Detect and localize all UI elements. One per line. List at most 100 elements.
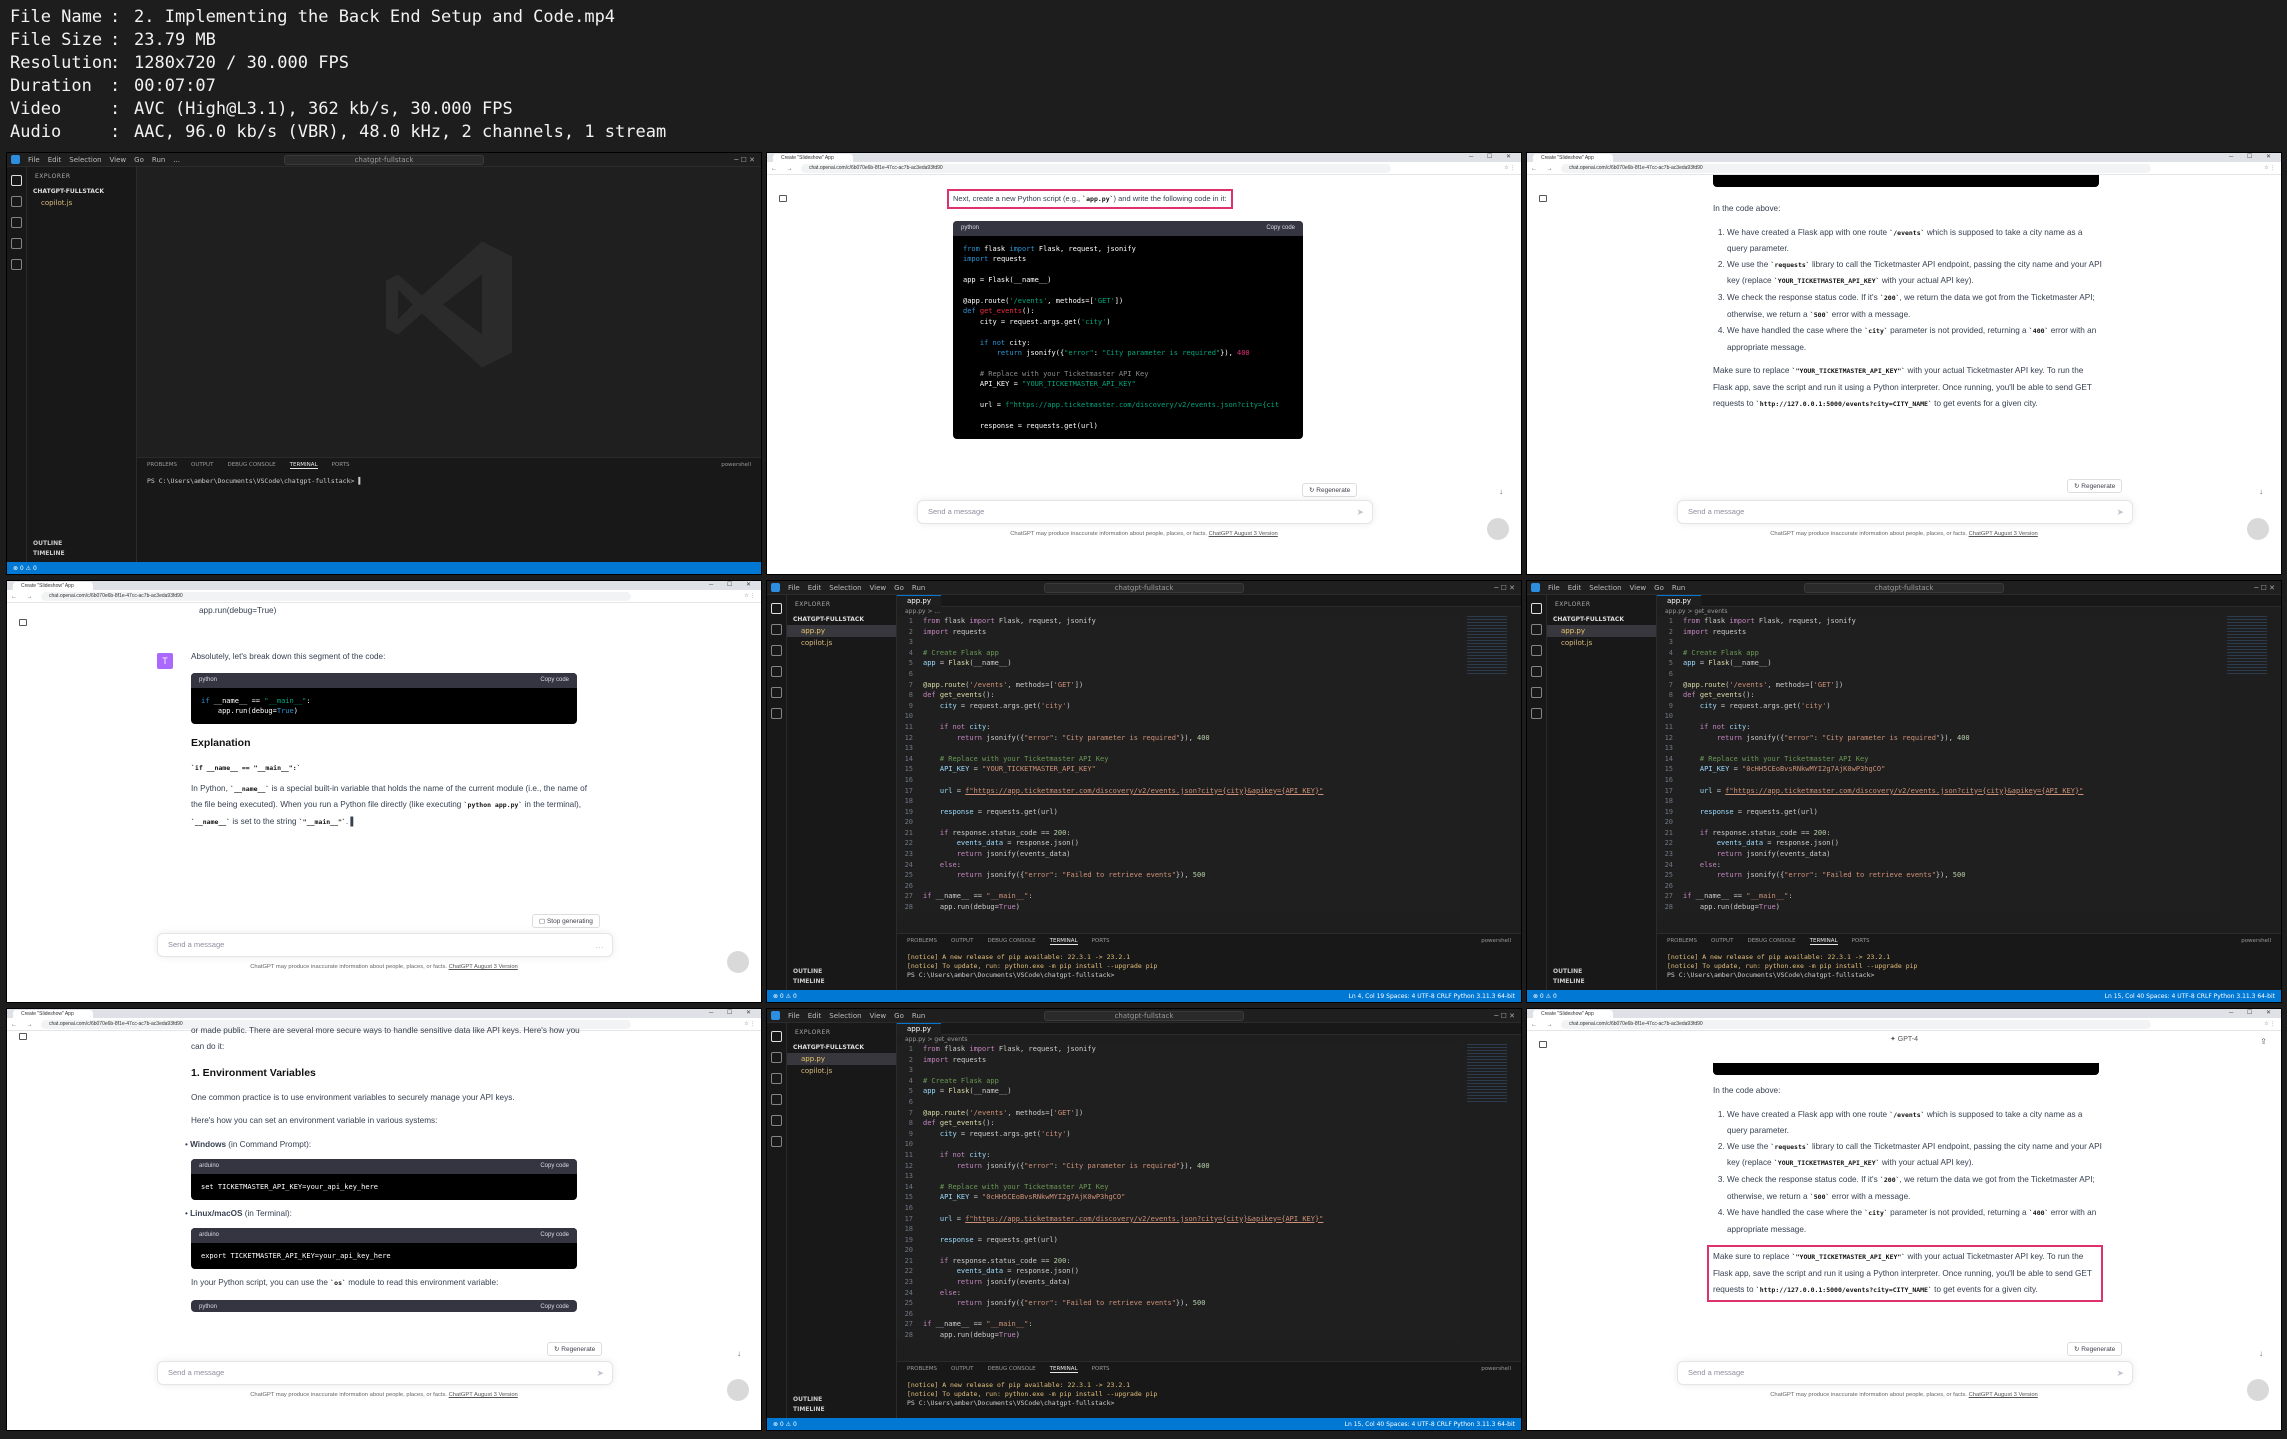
- browser-tab[interactable]: Create "Slideshow" App: [13, 582, 93, 590]
- menu-edit[interactable]: Edit: [1568, 584, 1582, 592]
- message-input[interactable]: Send a message ➤: [917, 500, 1373, 524]
- command-center-search[interactable]: chatgpt-fullstack: [1804, 582, 2004, 593]
- scroll-down-icon[interactable]: ↓: [2259, 1349, 2263, 1358]
- tab-debug-console[interactable]: DEBUG CONSOLE: [987, 938, 1035, 945]
- sidebar-toggle-icon[interactable]: [1539, 195, 1547, 202]
- browser-toolbar[interactable]: ☆ ⋮: [2264, 1021, 2275, 1027]
- copy-code-button[interactable]: Copy code: [540, 673, 569, 688]
- shell-name[interactable]: powershell: [1481, 938, 1511, 945]
- menu-go[interactable]: Go: [894, 1012, 904, 1020]
- regenerate-button[interactable]: ↻ Regenerate: [547, 1342, 603, 1356]
- shell-name[interactable]: powershell: [1481, 1366, 1511, 1373]
- breadcrumb[interactable]: app.py > get_events: [1657, 607, 2281, 616]
- outline-section[interactable]: OUTLINE: [1547, 967, 1656, 976]
- minimap[interactable]: [1467, 616, 1507, 676]
- menu-run[interactable]: Run: [1672, 584, 1685, 592]
- version-link[interactable]: ChatGPT August 3 Version: [1969, 1392, 2038, 1398]
- code-editor[interactable]: 1 from flask import Flask, request, jsoni…: [897, 616, 1461, 913]
- regenerate-button[interactable]: ↻ Regenerate: [2067, 479, 2123, 493]
- window-controls[interactable]: ─ ☐ ✕: [709, 1009, 757, 1016]
- browser-tab[interactable]: Create "Slideshow" App: [1533, 1010, 1613, 1018]
- menu-file[interactable]: File: [788, 584, 800, 592]
- version-link[interactable]: ChatGPT August 3 Version: [1969, 531, 2038, 537]
- code-editor[interactable]: 1 from flask import Flask, request, jsoni…: [1657, 616, 2221, 913]
- window-controls[interactable]: ─ ☐ ✕: [2229, 1009, 2277, 1016]
- tab-debug-console[interactable]: DEBUG CONSOLE: [987, 1366, 1035, 1373]
- send-icon[interactable]: ➤: [2116, 501, 2124, 523]
- code-editor[interactable]: 1 from flask import Flask, request, jsoni…: [897, 1044, 1461, 1341]
- browser-toolbar[interactable]: ☆ ⋮: [1504, 165, 1515, 171]
- send-icon[interactable]: …: [595, 934, 604, 956]
- timeline-section[interactable]: TIMELINE: [1547, 977, 1656, 986]
- browser-toolbar[interactable]: ☆ ⋮: [744, 1021, 755, 1027]
- run-debug-icon[interactable]: [771, 1094, 782, 1105]
- explorer-icon[interactable]: [771, 1031, 782, 1042]
- explorer-icon[interactable]: [771, 603, 782, 614]
- extensions-icon[interactable]: [771, 1115, 782, 1126]
- workspace-folder[interactable]: CHATGPT-FULLSTACK: [787, 614, 896, 625]
- tab-output[interactable]: OUTPUT: [951, 938, 973, 945]
- menu-view[interactable]: View: [870, 584, 887, 592]
- file-copilot-js[interactable]: copilot.js: [27, 197, 136, 209]
- timeline-section[interactable]: TIMELINE: [787, 1405, 896, 1414]
- tab-problems[interactable]: PROBLEMS: [1667, 938, 1697, 945]
- menu-selection[interactable]: Selection: [829, 1012, 861, 1020]
- copy-code-button[interactable]: Copy code: [540, 1228, 569, 1243]
- version-link[interactable]: ChatGPT August 3 Version: [449, 964, 518, 970]
- status-problems[interactable]: ⊗ 0 ⚠ 0: [773, 1421, 797, 1428]
- sidebar-toggle-icon[interactable]: [779, 195, 787, 202]
- menu-run[interactable]: Run: [912, 1012, 925, 1020]
- run-debug-icon[interactable]: [1531, 666, 1542, 677]
- help-button[interactable]: [727, 951, 749, 973]
- outline-section[interactable]: OUTLINE: [787, 967, 896, 976]
- search-icon[interactable]: [771, 1052, 782, 1063]
- search-icon[interactable]: [771, 624, 782, 635]
- copy-code-button[interactable]: Copy code: [540, 1159, 569, 1174]
- tab-problems[interactable]: PROBLEMS: [907, 938, 937, 945]
- window-controls[interactable]: ─ ☐ ✕: [2229, 153, 2277, 160]
- menu-view[interactable]: View: [110, 156, 127, 164]
- version-link[interactable]: ChatGPT August 3 Version: [449, 1392, 518, 1398]
- command-center-search[interactable]: chatgpt-fullstack: [1044, 582, 1244, 593]
- menu-selection[interactable]: Selection: [69, 156, 101, 164]
- tab-ports[interactable]: PORTS: [1092, 938, 1110, 945]
- terminal-output[interactable]: [notice] A new release of pip available:…: [897, 1377, 1521, 1412]
- help-button[interactable]: [2247, 1379, 2269, 1401]
- breadcrumb[interactable]: app.py > ...: [897, 607, 1521, 616]
- tab-ports[interactable]: PORTS: [1852, 938, 1870, 945]
- explorer-icon[interactable]: [11, 175, 22, 186]
- sidebar-toggle-icon[interactable]: [19, 619, 27, 626]
- tab-app-py[interactable]: app.py: [897, 1023, 941, 1035]
- copy-code-button[interactable]: Copy code: [540, 1300, 569, 1312]
- tab-problems[interactable]: PROBLEMS: [907, 1366, 937, 1373]
- workspace-folder[interactable]: CHATGPT-FULLSTACK: [27, 186, 136, 197]
- status-problems[interactable]: ⊗ 0 ⚠ 0: [13, 565, 37, 572]
- tab-output[interactable]: OUTPUT: [951, 1366, 973, 1373]
- window-controls[interactable]: ─ ☐ ✕: [709, 581, 757, 588]
- menu-file[interactable]: File: [28, 156, 40, 164]
- help-button[interactable]: [2247, 518, 2269, 540]
- tab-ports[interactable]: PORTS: [1092, 1366, 1110, 1373]
- tab-terminal[interactable]: TERMINAL: [1049, 1366, 1078, 1373]
- extensions-icon[interactable]: [11, 259, 22, 270]
- menu-more[interactable]: ...: [173, 156, 180, 164]
- menu-view[interactable]: View: [1630, 584, 1647, 592]
- timeline-section[interactable]: TIMELINE: [787, 977, 896, 986]
- menu-edit[interactable]: Edit: [808, 584, 822, 592]
- menu-file[interactable]: File: [788, 1012, 800, 1020]
- testing-icon[interactable]: [771, 1136, 782, 1147]
- tab-debug-console[interactable]: DEBUG CONSOLE: [1747, 938, 1795, 945]
- menu-go[interactable]: Go: [1654, 584, 1664, 592]
- regenerate-button[interactable]: ↻ Regenerate: [2067, 1342, 2123, 1356]
- browser-tab[interactable]: Create "Slideshow" App: [773, 154, 853, 162]
- menu-edit[interactable]: Edit: [808, 1012, 822, 1020]
- extensions-icon[interactable]: [771, 687, 782, 698]
- window-controls[interactable]: ─ ☐ ✕: [1494, 1012, 1515, 1020]
- model-label[interactable]: ✦ GPT-4: [1527, 1035, 2281, 1043]
- message-input[interactable]: Send a message ➤: [1677, 1361, 2133, 1385]
- outline-section[interactable]: OUTLINE: [787, 1395, 896, 1404]
- menu-selection[interactable]: Selection: [829, 584, 861, 592]
- menu-run[interactable]: Run: [152, 156, 165, 164]
- scroll-down-icon[interactable]: ↓: [1499, 487, 1503, 496]
- command-center-search[interactable]: chatgpt-fullstack: [1044, 1010, 1244, 1021]
